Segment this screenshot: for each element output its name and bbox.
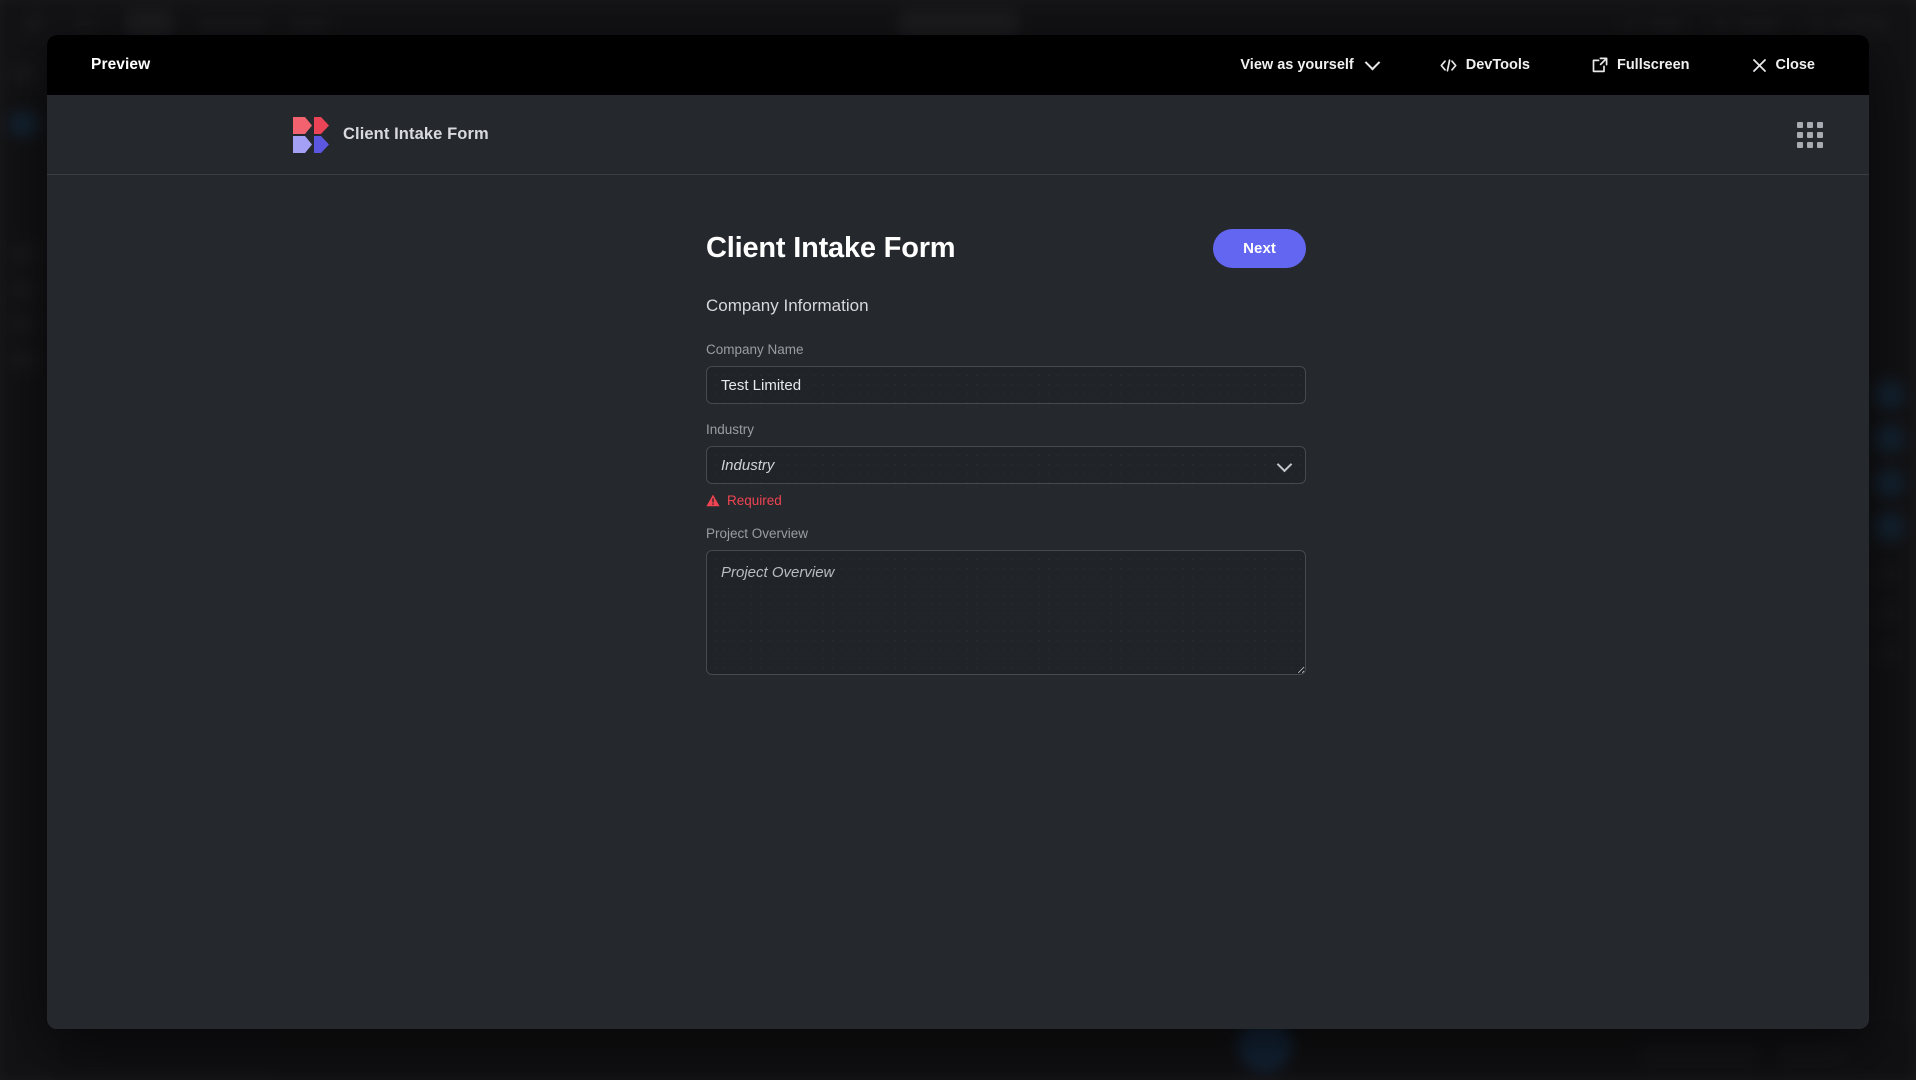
- field-company-name: Company Name: [706, 342, 1306, 404]
- company-name-input[interactable]: [706, 366, 1306, 404]
- preview-toolbar-actions: View as yourself DevTools Fullscreen Clo…: [1222, 50, 1833, 80]
- field-project-overview: Project Overview: [706, 526, 1306, 680]
- close-x-icon: [1752, 58, 1767, 73]
- logo-shape-top-left: [293, 116, 312, 134]
- grid-dot: [1807, 131, 1813, 138]
- close-preview-button[interactable]: Close: [1734, 50, 1834, 80]
- form-container: Client Intake Form Next Company Informat…: [706, 229, 1306, 680]
- external-link-icon: [1592, 57, 1608, 73]
- grid-dot: [1817, 141, 1823, 148]
- code-brackets-icon: [1440, 58, 1457, 73]
- brand-name: Client Intake Form: [343, 125, 489, 143]
- fullscreen-button[interactable]: Fullscreen: [1574, 50, 1708, 80]
- grid-dot: [1817, 131, 1823, 138]
- grid-dot: [1807, 121, 1813, 128]
- grid-dot: [1797, 121, 1803, 128]
- devtools-button[interactable]: DevTools: [1422, 50, 1548, 80]
- logo-shape-bottom-right: [314, 135, 329, 153]
- section-title: Company Information: [706, 296, 869, 315]
- logo-shape-top-right: [314, 116, 329, 134]
- form-app-header: Client Intake Form: [47, 95, 1869, 175]
- project-overview-textarea[interactable]: [706, 550, 1306, 675]
- grid-dots-icon[interactable]: [1795, 120, 1825, 150]
- industry-select-wrapper: Industry: [706, 446, 1306, 484]
- view-as-yourself-label: View as yourself: [1240, 57, 1354, 73]
- close-label: Close: [1775, 57, 1816, 73]
- industry-select[interactable]: Industry: [706, 446, 1306, 484]
- field-industry: Industry Industry Required: [706, 422, 1306, 508]
- warning-triangle-icon: [706, 494, 720, 507]
- page-title: Client Intake Form: [706, 232, 956, 264]
- field-label-company-name: Company Name: [706, 342, 804, 357]
- form-body: Client Intake Form Next Company Informat…: [47, 175, 1869, 1029]
- preview-label: Preview: [91, 56, 151, 73]
- brand: Client Intake Form: [293, 116, 489, 153]
- chevron-down-icon: [1364, 54, 1381, 70]
- view-as-yourself-button[interactable]: View as yourself: [1222, 50, 1395, 80]
- grid-dot: [1807, 141, 1813, 148]
- preview-toolbar: Preview View as yourself DevTools Fullsc…: [47, 35, 1869, 95]
- industry-error: Required: [706, 493, 1306, 508]
- grid-dot: [1797, 141, 1803, 148]
- field-label-industry: Industry: [706, 422, 755, 437]
- devtools-label: DevTools: [1465, 57, 1530, 73]
- preview-modal: Preview View as yourself DevTools Fullsc…: [47, 35, 1869, 1029]
- app-logo-icon: [293, 116, 329, 153]
- grid-dot: [1797, 131, 1803, 138]
- logo-shape-bottom-left: [293, 135, 312, 153]
- field-label-project-overview: Project Overview: [706, 526, 809, 541]
- grid-dot: [1817, 121, 1823, 128]
- next-button[interactable]: Next: [1213, 229, 1306, 268]
- form-title-row: Client Intake Form Next: [706, 229, 1306, 268]
- industry-error-text: Required: [727, 493, 782, 508]
- fullscreen-label: Fullscreen: [1616, 57, 1690, 73]
